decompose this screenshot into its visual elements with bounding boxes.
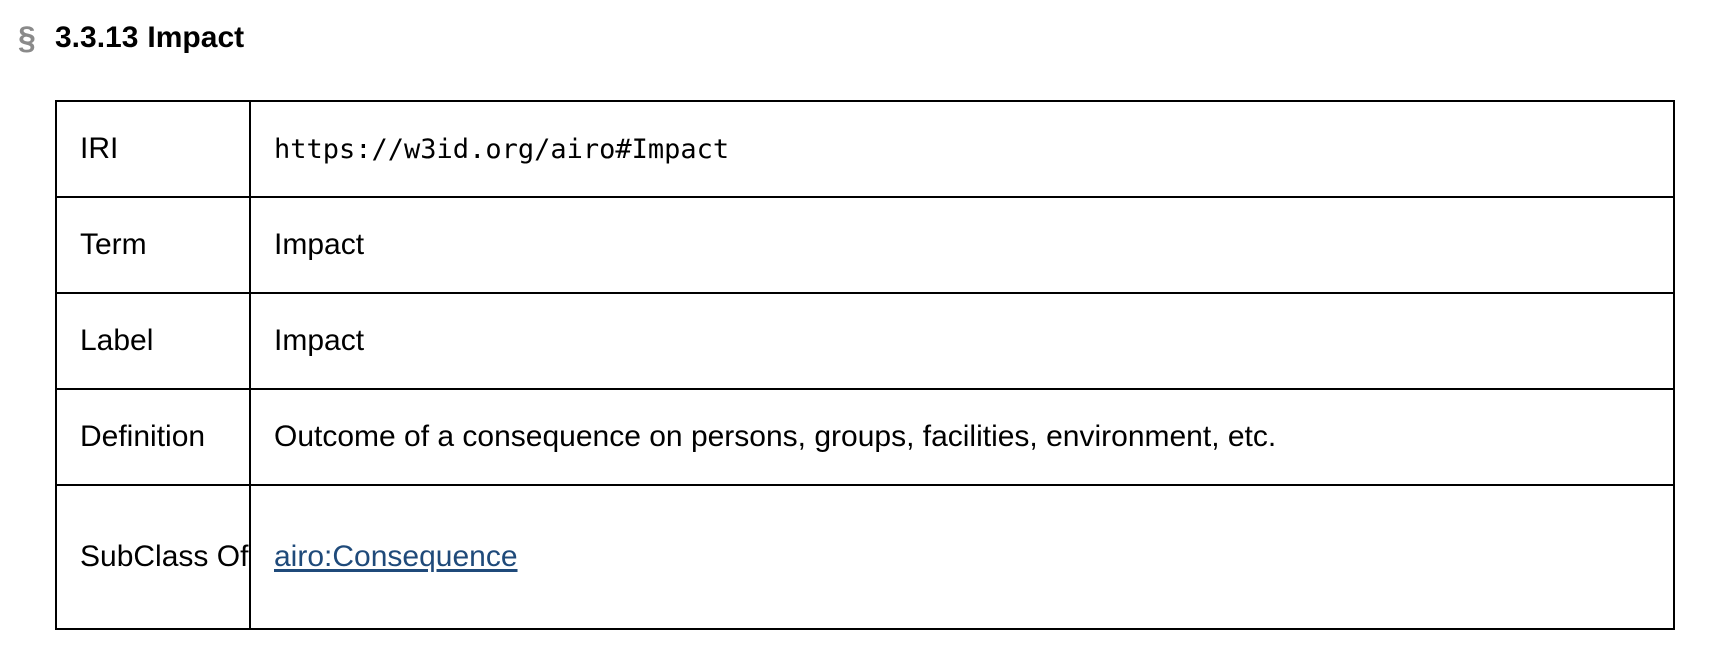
section-heading: § 3.3.13 Impact [18, 14, 244, 62]
table-row-label: Label Impact [55, 292, 1675, 390]
subclass-of-value-cell: airo:Consequence [249, 484, 1675, 630]
table-row-iri: IRI https://w3id.org/airo#Impact [55, 100, 1675, 198]
section-anchor-link[interactable]: § [18, 22, 55, 54]
term-label: Term [55, 196, 251, 294]
label-value: Impact [249, 292, 1675, 390]
table-row-definition: Definition Outcome of a consequence on p… [55, 388, 1675, 486]
subclass-of-label: SubClass Of [55, 484, 251, 630]
definition-label: Definition [55, 388, 251, 486]
term-value: Impact [249, 196, 1675, 294]
label-label: Label [55, 292, 251, 390]
section-number: 3.3.13 [55, 21, 139, 54]
table-row-term: Term Impact [55, 196, 1675, 294]
iri-value: https://w3id.org/airo#Impact [274, 133, 730, 165]
section-title: Impact [147, 21, 245, 54]
table-row-subclass-of: SubClass Of airo:Consequence [55, 484, 1675, 630]
iri-label: IRI [55, 100, 251, 198]
subclass-of-link[interactable]: airo:Consequence [274, 540, 518, 573]
definition-value: Outcome of a consequence on persons, gro… [249, 388, 1675, 486]
term-definition-table: IRI https://w3id.org/airo#Impact Term Im… [55, 100, 1675, 630]
iri-value-cell: https://w3id.org/airo#Impact [249, 100, 1675, 198]
